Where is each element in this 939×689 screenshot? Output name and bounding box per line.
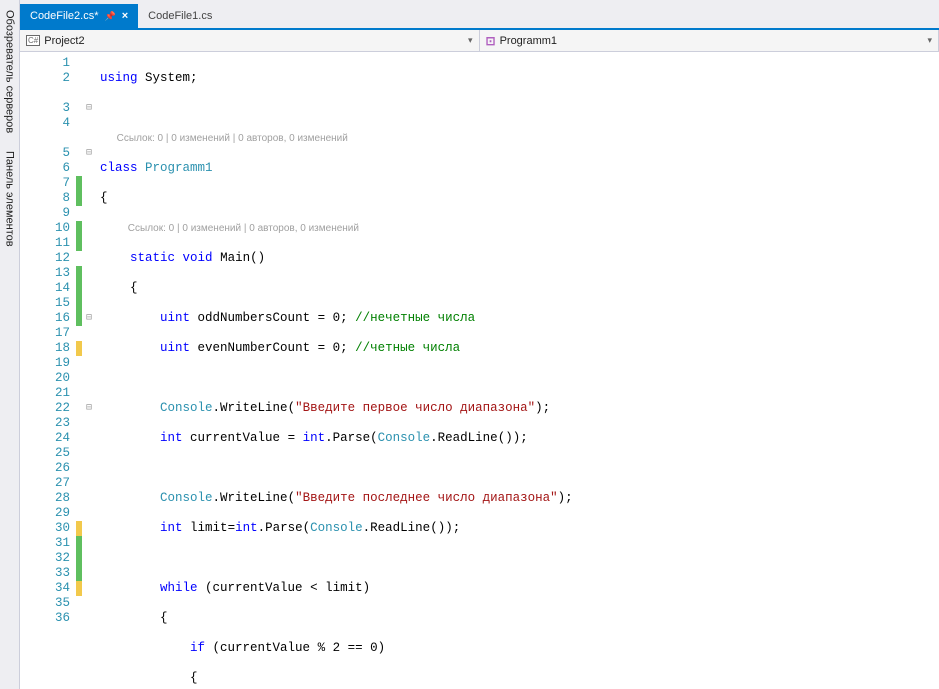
- pin-icon[interactable]: 📌: [104, 11, 115, 22]
- chevron-down-icon: ▾: [927, 35, 932, 46]
- navigation-bar: C# Project2 ▾ ⊡ Programm1 ▾: [20, 30, 939, 52]
- code-editor[interactable]: 1234567891011121314151617181920212223242…: [20, 52, 939, 689]
- server-explorer-tab[interactable]: Обозреватель серверов: [2, 6, 18, 137]
- nav-member-label: Programm1: [500, 35, 557, 47]
- fold-column: ⊟ ⊟ ⊟ ⊟: [82, 52, 96, 689]
- document-tabstrip: CodeFile2.cs* 📌 × CodeFile1.cs: [20, 4, 939, 28]
- file-tab-active[interactable]: CodeFile2.cs* 📌 ×: [20, 4, 138, 28]
- file-tab-label: CodeFile1.cs: [148, 10, 212, 22]
- method-icon: ⊡: [486, 34, 496, 48]
- fold-toggle[interactable]: ⊟: [82, 401, 96, 416]
- code-content[interactable]: using System; Ссылок: 0 | 0 изменений | …: [96, 52, 939, 689]
- csharp-icon: C#: [26, 35, 40, 46]
- fold-toggle[interactable]: ⊟: [82, 101, 96, 116]
- fold-toggle[interactable]: ⊟: [82, 311, 96, 326]
- close-icon[interactable]: ×: [122, 10, 128, 22]
- toolbox-tab[interactable]: Панель элементов: [2, 147, 18, 251]
- fold-toggle[interactable]: ⊟: [82, 146, 96, 161]
- line-number-gutter: 1234567891011121314151617181920212223242…: [20, 52, 76, 689]
- nav-project-dropdown[interactable]: C# Project2 ▾: [20, 30, 480, 51]
- nav-project-label: Project2: [44, 35, 84, 47]
- file-tab-label: CodeFile2.cs*: [30, 10, 98, 22]
- chevron-down-icon: ▾: [468, 35, 473, 46]
- side-tool-strip: Обозреватель серверов Панель элементов: [0, 0, 20, 689]
- nav-member-dropdown[interactable]: ⊡ Programm1 ▾: [480, 30, 939, 51]
- main-area: CodeFile2.cs* 📌 × CodeFile1.cs C# Projec…: [20, 0, 939, 689]
- file-tab-inactive[interactable]: CodeFile1.cs: [138, 4, 222, 28]
